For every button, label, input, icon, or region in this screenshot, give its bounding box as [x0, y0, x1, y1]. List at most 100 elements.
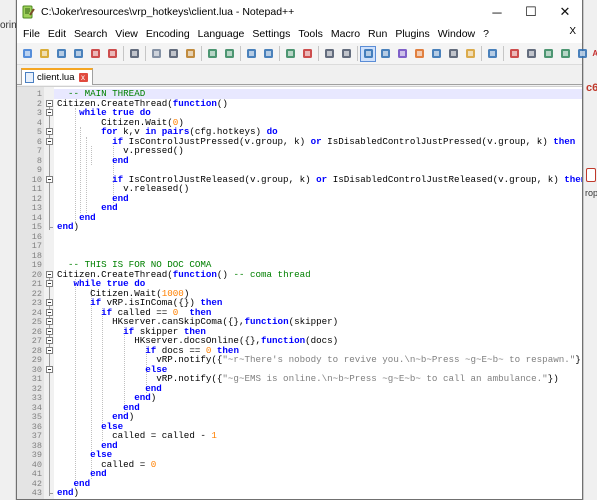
code-line[interactable]: end)	[57, 222, 79, 232]
record-macro-icon[interactable]	[507, 47, 521, 61]
fold-toggle-icon[interactable]	[46, 128, 53, 135]
minimize-button[interactable]: ─	[480, 0, 514, 24]
save-all-icon[interactable]	[71, 47, 85, 61]
line-number: 36	[31, 421, 42, 432]
fold-toggle-icon[interactable]	[46, 270, 53, 278]
run-macro-icon[interactable]	[558, 47, 572, 61]
line-number: 41	[31, 469, 42, 479]
line-number: 26	[31, 326, 42, 337]
replace-icon[interactable]	[261, 47, 275, 61]
close-icon[interactable]	[88, 47, 102, 61]
line-number: 3	[36, 108, 42, 118]
code-token: end	[57, 487, 74, 498]
menu-view[interactable]: View	[111, 28, 142, 40]
sync-horizontal-icon[interactable]	[339, 47, 353, 61]
code-line[interactable]: end)	[57, 488, 79, 498]
fold-toggle-icon[interactable]	[46, 337, 53, 344]
fold-toggle-icon[interactable]	[46, 109, 53, 116]
line-number: 28	[31, 345, 42, 356]
menu-search[interactable]: Search	[70, 28, 111, 40]
word-wrap-icon[interactable]	[360, 45, 376, 62]
save-macro-icon[interactable]	[575, 47, 589, 61]
line-number: 5	[36, 127, 42, 137]
close-all-icon[interactable]	[105, 47, 119, 61]
redo-icon[interactable]	[222, 47, 236, 61]
tab-close-icon[interactable]: x	[78, 73, 88, 82]
folder-workspace-icon[interactable]	[463, 47, 477, 61]
fold-toggle-icon[interactable]	[46, 175, 53, 183]
code-token: function	[244, 316, 289, 327]
fold-toggle-icon[interactable]	[46, 280, 53, 287]
fold-toggle-icon[interactable]	[46, 318, 53, 325]
spell-check-icon[interactable]: ABC	[592, 47, 597, 61]
menu-settings[interactable]: Settings	[248, 28, 294, 40]
line-number: 11	[31, 184, 42, 194]
line-number: 12	[31, 193, 42, 204]
code-token: then	[564, 173, 582, 185]
paste-icon[interactable]	[183, 47, 197, 61]
fold-toggle-icon[interactable]	[46, 299, 53, 306]
line-number: 10	[31, 174, 42, 185]
fold-toggle-icon[interactable]	[46, 99, 53, 107]
title-bar[interactable]: C:\Joker\resources\vrp_hotkeys\client.lu…	[17, 0, 582, 24]
menu-edit[interactable]: Edit	[44, 28, 70, 40]
undo-icon[interactable]	[205, 47, 219, 61]
line-number: 8	[36, 155, 42, 166]
indent-guide-icon[interactable]	[395, 47, 409, 61]
code-token: end	[101, 202, 118, 213]
menu-run[interactable]: Run	[364, 28, 391, 40]
fold-toggle-icon[interactable]	[46, 365, 53, 373]
line-number: 7	[36, 146, 42, 156]
code-line[interactable]: end	[57, 155, 129, 166]
code-area[interactable]: -- MAIN THREAD Citizen.CreateThread(funct…	[57, 87, 582, 499]
close-document-button[interactable]: X	[569, 26, 576, 37]
show-all-chars-icon[interactable]	[378, 47, 392, 61]
menu-plugins[interactable]: Plugins	[391, 28, 433, 40]
menu-help[interactable]: ?	[479, 28, 493, 40]
tab-client-lua[interactable]: client.lua x	[21, 68, 93, 85]
line-number: 16	[31, 231, 42, 242]
open-file-icon[interactable]	[37, 47, 51, 61]
maximize-button[interactable]: ☐	[514, 0, 548, 24]
code-token: })	[575, 354, 582, 365]
fold-toggle-icon[interactable]	[46, 327, 53, 335]
code-token: end	[79, 211, 96, 223]
cut-icon[interactable]	[149, 47, 163, 61]
doc-map-icon[interactable]	[429, 47, 443, 61]
user-lang-icon[interactable]	[412, 47, 426, 61]
print-icon[interactable]	[127, 47, 141, 61]
code-token: function	[172, 97, 217, 109]
menu-macro[interactable]: Macro	[327, 28, 364, 40]
close-window-button[interactable]: ✕	[548, 0, 582, 24]
code-token: 0	[150, 458, 157, 470]
line-number: 1	[36, 89, 42, 99]
toolbar-separator	[279, 46, 280, 61]
sync-vertical-icon[interactable]	[322, 47, 336, 61]
notepadpp-app-icon	[21, 5, 35, 19]
fold-toggle-icon[interactable]	[46, 308, 53, 316]
menu-language[interactable]: Language	[194, 28, 249, 40]
code-token: or	[310, 135, 322, 147]
menu-window[interactable]: Window	[434, 28, 479, 40]
menu-tools[interactable]: Tools	[294, 28, 327, 40]
fold-end-marker	[49, 493, 53, 494]
copy-icon[interactable]	[166, 47, 180, 61]
fold-toggle-icon[interactable]	[46, 137, 53, 145]
code-token: IsDisabledControlJustPressed(v.group, k)	[321, 135, 554, 147]
new-file-icon[interactable]	[20, 47, 34, 61]
stop-record-icon[interactable]	[524, 47, 538, 61]
function-list-icon[interactable]	[446, 47, 460, 61]
play-macro-icon[interactable]	[541, 47, 555, 61]
code-editor[interactable]: 1 2 3 4 5 6 7 8 9 10 11 12 13 14 15 16 17 18 19 20 21 22 23 24 2…	[17, 86, 582, 499]
monitoring-icon[interactable]	[485, 47, 499, 61]
toolbar-separator	[503, 46, 504, 61]
zoom-out-icon[interactable]	[300, 47, 314, 61]
fold-toggle-icon[interactable]	[46, 346, 53, 354]
menu-file[interactable]: File	[19, 28, 44, 40]
save-icon[interactable]	[54, 47, 68, 61]
find-icon[interactable]	[244, 47, 258, 61]
zoom-in-icon[interactable]	[283, 47, 297, 61]
menu-encoding[interactable]: Encoding	[142, 28, 194, 40]
notepadpp-window: C:\Joker\resources\vrp_hotkeys\client.lu…	[16, 0, 597, 500]
